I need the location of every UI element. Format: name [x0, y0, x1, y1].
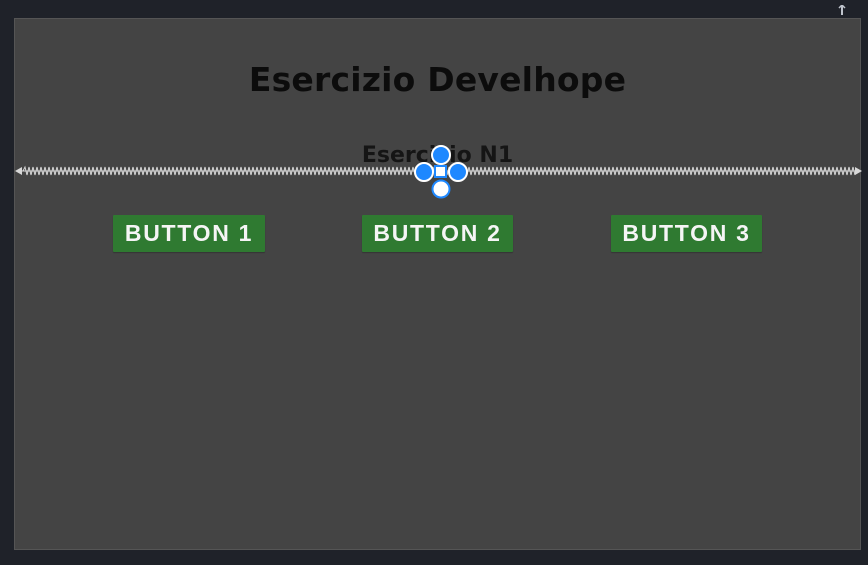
button-1[interactable]: BUTTON 1 — [113, 215, 265, 252]
top-handle-icon[interactable] — [838, 0, 846, 15]
button-2-label: BUTTON 2 — [373, 220, 502, 246]
layout-editor: Esercizio Develhope Esercizio N1 BUTTON … — [0, 0, 868, 565]
button-3-label: BUTTON 3 — [622, 220, 751, 246]
selection-handle-icon[interactable] — [414, 145, 468, 201]
button-1-label: BUTTON 1 — [124, 220, 254, 246]
button-2[interactable]: BUTTON 2 — [362, 215, 513, 252]
page-title: Esercizio Develhope — [248, 60, 627, 99]
button-3[interactable]: BUTTON 3 — [611, 215, 762, 252]
device-preview[interactable]: Esercizio Develhope Esercizio N1 BUTTON … — [14, 18, 862, 550]
